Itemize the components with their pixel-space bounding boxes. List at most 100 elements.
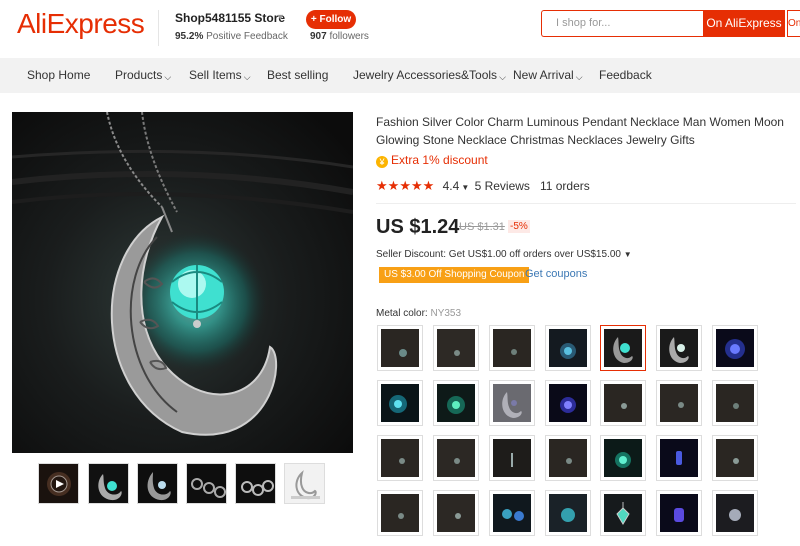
swatch-image bbox=[493, 329, 531, 367]
swatch-image bbox=[716, 329, 754, 367]
nav-label: Sell Items bbox=[189, 68, 242, 82]
search-aliexpress-button[interactable]: On AliExpress bbox=[703, 10, 785, 37]
rating-value[interactable]: 4.4 bbox=[443, 179, 460, 193]
color-swatch[interactable] bbox=[377, 490, 423, 536]
color-swatch[interactable] bbox=[600, 435, 646, 481]
nav-products[interactable]: Products ⌵ bbox=[115, 58, 171, 93]
store-feedback: 95.2% Positive Feedback bbox=[175, 31, 288, 42]
color-swatch[interactable] bbox=[712, 435, 758, 481]
divider bbox=[376, 203, 796, 204]
swatch-image bbox=[660, 384, 698, 422]
chevron-down-icon[interactable]: ▼ bbox=[461, 183, 469, 192]
nav-label: Jewelry Accessories&Tools bbox=[353, 68, 498, 82]
star-icon: ★ bbox=[387, 178, 400, 193]
color-swatch[interactable] bbox=[656, 490, 702, 536]
feedback-label: Positive Feedback bbox=[206, 31, 288, 42]
swatch-image bbox=[493, 384, 531, 422]
chevron-down-icon[interactable]: ▼ bbox=[276, 12, 285, 22]
thumbnail-3[interactable] bbox=[137, 463, 178, 504]
swatch-image bbox=[549, 329, 587, 367]
aliexpress-logo[interactable]: AliExpress bbox=[17, 8, 145, 40]
color-swatch[interactable] bbox=[433, 435, 479, 481]
thumbnail-4[interactable] bbox=[186, 463, 227, 504]
color-swatch[interactable] bbox=[545, 325, 591, 371]
nav-label: Best selling bbox=[267, 68, 329, 82]
get-coupons-link[interactable]: Get coupons bbox=[525, 268, 587, 280]
store-name[interactable]: Shop5481155 Store bbox=[175, 11, 285, 25]
swatch-image bbox=[660, 494, 698, 532]
extra-discount: ¥ Extra 1% discount bbox=[376, 153, 488, 168]
thumbnail-5[interactable] bbox=[235, 463, 276, 504]
nav-sell-items[interactable]: Sell Items ⌵ bbox=[189, 58, 251, 93]
product-title: Fashion Silver Color Charm Luminous Pend… bbox=[376, 115, 784, 147]
thumbnail-2-image bbox=[89, 464, 128, 503]
color-swatch[interactable] bbox=[489, 435, 535, 481]
swatch-image bbox=[604, 439, 642, 477]
color-swatch[interactable] bbox=[433, 325, 479, 371]
follow-button[interactable]: + Follow bbox=[306, 10, 356, 29]
color-swatch-selected[interactable] bbox=[600, 325, 646, 371]
color-swatch[interactable] bbox=[600, 380, 646, 426]
search-input[interactable]: I shop for... bbox=[541, 10, 703, 37]
chevron-down-icon: ⌵ bbox=[164, 72, 172, 82]
nav-shop-home[interactable]: Shop Home bbox=[27, 58, 90, 93]
color-swatch[interactable] bbox=[489, 490, 535, 536]
seller-discount-text: Seller Discount: Get US$1.00 off orders … bbox=[376, 249, 621, 260]
swatch-image bbox=[381, 439, 419, 477]
nav-label: Feedback bbox=[599, 68, 652, 82]
color-swatch[interactable] bbox=[489, 380, 535, 426]
thumbnail-6[interactable] bbox=[284, 463, 325, 504]
color-swatch[interactable] bbox=[545, 490, 591, 536]
nav-jewelry-accessories[interactable]: Jewelry Accessories&Tools ⌵ bbox=[353, 58, 506, 93]
chevron-down-icon: ⌵ bbox=[499, 72, 506, 82]
color-swatch[interactable] bbox=[600, 490, 646, 536]
color-swatch[interactable] bbox=[712, 380, 758, 426]
reviews-link[interactable]: 5 Reviews bbox=[475, 179, 530, 193]
seller-discount[interactable]: Seller Discount: Get US$1.00 off orders … bbox=[376, 249, 632, 260]
swatch-image bbox=[381, 329, 419, 367]
swatch-image bbox=[493, 494, 531, 532]
swatch-image bbox=[437, 439, 475, 477]
swatch-image bbox=[660, 439, 698, 477]
search-placeholder: I shop for... bbox=[556, 17, 611, 29]
swatch-image bbox=[437, 329, 475, 367]
original-price: US $1.31 bbox=[459, 221, 505, 233]
metal-color-value: NY353 bbox=[430, 308, 462, 319]
swatch-image bbox=[716, 384, 754, 422]
swatch-image bbox=[437, 384, 475, 422]
swatch-image bbox=[381, 494, 419, 532]
store-header: AliExpress Shop5481155 Store ▼ 95.2% Pos… bbox=[0, 0, 800, 57]
star-icon: ★ bbox=[376, 178, 388, 193]
swatch-image bbox=[381, 384, 419, 422]
color-swatch[interactable] bbox=[433, 490, 479, 536]
followers-label: followers bbox=[329, 31, 369, 42]
color-swatch[interactable] bbox=[377, 380, 423, 426]
color-swatch[interactable] bbox=[656, 380, 702, 426]
color-swatch[interactable] bbox=[489, 325, 535, 371]
color-swatch[interactable] bbox=[545, 380, 591, 426]
color-swatch[interactable] bbox=[656, 325, 702, 371]
swatch-image bbox=[604, 329, 642, 367]
color-swatch[interactable] bbox=[545, 435, 591, 481]
moon-necklace-photo bbox=[12, 112, 353, 453]
swatch-image bbox=[549, 439, 587, 477]
thumbnail-video[interactable] bbox=[38, 463, 79, 504]
star-icon: ★ bbox=[410, 178, 423, 193]
thumbnail-5-image bbox=[236, 464, 275, 503]
color-swatch[interactable] bbox=[712, 490, 758, 536]
color-swatch[interactable] bbox=[433, 380, 479, 426]
color-swatch[interactable] bbox=[712, 325, 758, 371]
nav-best-selling[interactable]: Best selling bbox=[267, 58, 328, 93]
color-swatch[interactable] bbox=[656, 435, 702, 481]
chevron-down-icon: ⌵ bbox=[575, 72, 583, 82]
thumbnail-2[interactable] bbox=[88, 463, 129, 504]
thumbnail-6-image bbox=[285, 464, 324, 503]
color-swatch[interactable] bbox=[377, 325, 423, 371]
color-swatch[interactable] bbox=[377, 435, 423, 481]
search-store-button[interactable]: On bbox=[787, 10, 800, 37]
nav-feedback[interactable]: Feedback bbox=[599, 58, 652, 93]
nav-new-arrival[interactable]: New Arrival ⌵ bbox=[513, 58, 583, 93]
feedback-percent: 95.2% bbox=[175, 31, 204, 42]
product-main-image[interactable] bbox=[12, 112, 353, 453]
header-divider bbox=[158, 10, 159, 46]
